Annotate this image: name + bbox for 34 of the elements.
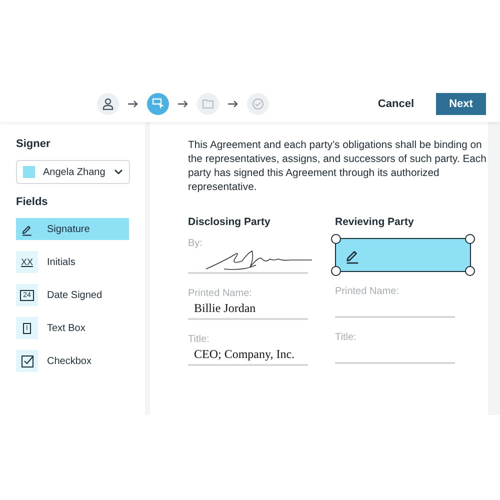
field-item[interactable]: Checkbox bbox=[16, 350, 129, 372]
person-icon bbox=[102, 98, 114, 110]
field-item[interactable]: Signature bbox=[16, 218, 129, 240]
cursor-box-icon bbox=[152, 98, 164, 110]
folder-icon bbox=[202, 98, 214, 108]
resize-handle[interactable] bbox=[465, 234, 475, 244]
signer-label: Signer bbox=[16, 138, 52, 150]
fields-label: Fields bbox=[16, 196, 49, 208]
resize-handle[interactable] bbox=[331, 266, 341, 276]
next-button[interactable]: Next bbox=[436, 92, 486, 114]
by-label: By: bbox=[188, 238, 204, 249]
printed-name-label: Printed Name: bbox=[335, 286, 400, 297]
title-line: CEO; Company, Inc. bbox=[188, 345, 308, 366]
arrow-icon bbox=[177, 98, 189, 108]
agreement-paragraph: This Agreement and each party’s obligations shall be binding on the representatives, assigns, and successors of such party. Each party has signed this Agreement through its authorized representative. bbox=[188, 139, 488, 195]
party-heading: Disclosing Party bbox=[188, 216, 272, 228]
chevron-icon bbox=[114, 169, 123, 175]
cancel-button[interactable]: Cancel bbox=[372, 94, 420, 114]
signer-dropdown[interactable]: Angela Zhang bbox=[16, 160, 130, 184]
field-item[interactable]: XX Initials bbox=[16, 251, 129, 273]
arrow-icon bbox=[127, 98, 139, 108]
title-label: Title: bbox=[335, 332, 358, 343]
checkbox-icon bbox=[20, 354, 34, 368]
check-circle-icon bbox=[252, 98, 264, 110]
title-label: Title: bbox=[188, 334, 210, 345]
step-button[interactable] bbox=[97, 92, 119, 114]
party-heading: Revieving Party bbox=[335, 216, 415, 228]
initials-icon: XX bbox=[20, 257, 33, 267]
printed-name-label: Printed Name: bbox=[188, 288, 253, 299]
arrow-icon bbox=[227, 98, 239, 108]
resize-handle[interactable] bbox=[331, 234, 341, 244]
signature-field[interactable] bbox=[335, 238, 471, 272]
printed-name-line: Billie Jordan bbox=[188, 299, 308, 320]
resize-handle[interactable] bbox=[465, 266, 475, 276]
